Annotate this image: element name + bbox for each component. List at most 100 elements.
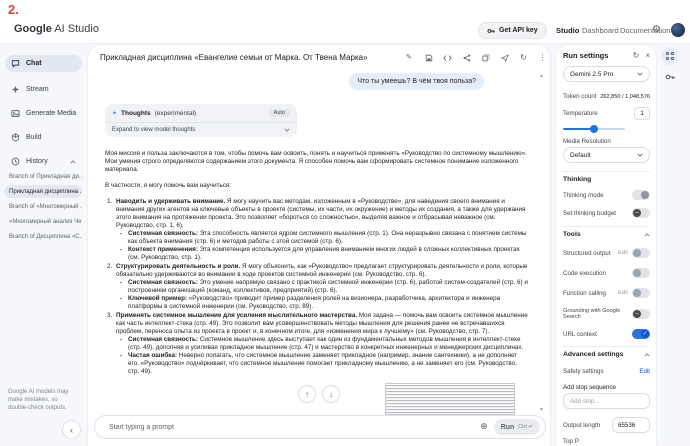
code-execution-row: Code execution [563,268,650,278]
token-count-value: 262,850 / 1,048,576 [600,94,650,100]
thinking-section-title: Thinking [563,176,591,183]
code-execution-toggle[interactable] [632,268,650,278]
temperature-label: Temperature [563,110,598,117]
edit-title-icon[interactable]: ✎ [406,53,412,61]
get-code-icon[interactable] [443,53,452,62]
attached-document-thumbnail[interactable] [385,383,515,415]
sub-bullet: Контекст применения: Эта компетенция исп… [119,246,529,262]
history-item[interactable]: Branch of «Многомерный ... [4,200,82,213]
thoughts-expand-label: Expand to view model thoughts [112,127,195,133]
share-icon[interactable] [462,53,471,62]
sidebar-collapse-button[interactable]: ‹ [62,420,81,439]
list-number: 1. [107,198,112,206]
collapse-chevron-icon: ‹ [70,425,73,435]
sidebar-item-history[interactable]: History [5,153,82,170]
compare-icon[interactable] [481,53,490,62]
token-count-row: Token count 262,850 / 1,048,576 [563,93,650,100]
temperature-slider-knob[interactable] [590,125,598,133]
sidebar-item-stream[interactable]: Stream [5,81,82,98]
media-resolution-selector[interactable]: Default [563,147,650,163]
scrollbar-down-icon[interactable]: ▼ [539,407,544,413]
model-selector[interactable]: Gemini 2.5 Pro [563,66,650,82]
get-api-key-button[interactable]: Get API key [478,22,547,39]
reset-settings-icon[interactable]: ↻ [633,51,640,60]
history-item-selected[interactable]: Прикладная дисциплина ... [4,185,82,198]
close-panel-icon[interactable]: × [645,51,650,60]
panel-title: Run settings [563,51,608,60]
nav-studio[interactable]: Studio [556,26,579,35]
key-icon [487,27,495,35]
sidebar-item-label: History [26,158,48,165]
output-length-input[interactable] [612,417,650,433]
divider [563,226,650,227]
sidebar-item-label: Chat [26,60,42,67]
grounding-label: Grounding with Google Search [563,308,632,320]
history-item-label: Branch of «Многомерный ... [9,204,82,210]
thinking-budget-toggle[interactable] [632,208,650,218]
sidebar-item-generate-media[interactable]: Generate Media [5,105,82,122]
grid-icon [666,52,674,60]
history-item[interactable]: «Многомерный анализ Че... [4,215,82,228]
chevron-up-icon [644,353,650,357]
thumbs-up-button[interactable]: ↑ [298,385,316,403]
sidebar-item-label: Stream [26,86,49,93]
add-media-icon[interactable]: ⊕ [480,422,488,432]
safety-settings-row: Safety settings Edit [563,368,650,375]
temperature-value-input[interactable] [634,107,650,120]
sidebar-item-build[interactable]: Build [5,129,82,146]
thoughts-expand-row[interactable]: Expand to view model thoughts [105,122,297,137]
user-avatar[interactable] [671,23,685,37]
nav-dashboard[interactable]: Dashboard [582,26,619,35]
clear-chat-icon[interactable]: ↻ [519,53,528,62]
grounding-toggle[interactable] [632,309,650,319]
add-stop-input[interactable] [563,393,650,409]
history-item[interactable]: Branch of Дисциплина «С... [4,230,82,243]
output-length-row: Output length [563,417,650,433]
run-button[interactable]: Run Ctrl ↵ [494,419,540,435]
thinking-mode-toggle[interactable] [632,190,650,200]
url-context-toggle[interactable] [632,329,650,339]
chevron-down-icon [284,128,290,132]
history-item-label: Прикладная дисциплина ... [9,189,82,195]
thoughts-card[interactable]: ✦ Thoughts (experimental) Auto Expand to… [105,104,297,137]
disclaimer-note: Google AI models may make mistakes, so d… [8,388,74,412]
run-settings-panel: Run settings ↻ × Gemini 2.5 Pro Token co… [556,45,656,446]
temperature-slider-track [594,128,625,130]
add-stop-sequence-label: Add stop sequence [563,384,616,391]
run-settings-rail-button[interactable] [661,47,679,65]
send-to-icon[interactable] [500,53,509,62]
tools-section-header[interactable]: Tools [563,231,650,238]
thinking-budget-row: Set thinking budget [563,208,650,218]
chat-toolbar: ↻ ⋮ [424,53,547,62]
chevron-down-icon [637,72,643,76]
api-key-rail-button[interactable] [665,72,675,82]
save-icon[interactable] [424,53,433,62]
media-resolution-label: Media Resolution [563,138,611,145]
structured-output-toggle[interactable] [632,248,650,258]
app-header: Google AI Studio Get API key Studio Dash… [0,18,690,44]
nav-documentation[interactable]: Documentation [620,26,678,35]
scrollbar-up-icon[interactable]: ▲ [539,73,544,79]
list-number: 2. [107,263,112,271]
app-logo[interactable]: Google AI Studio [14,23,99,35]
panel-header: Run settings ↻ × [563,51,650,60]
temperature-row: Temperature [563,107,650,120]
settings-gear-icon[interactable]: ⚙ [652,24,661,35]
more-options-icon[interactable]: ⋮ [538,53,547,62]
advanced-settings-header[interactable]: Advanced settings [563,351,650,358]
sidebar-item-chat[interactable]: Chat [5,55,82,72]
arrow-up-icon: ↑ [305,390,309,399]
token-count-label: Token count [563,93,596,100]
sub-bullet: Частая ошибка: Неверно полагать, что сис… [119,352,529,376]
history-item[interactable]: Branch of Прикладная ди... [4,170,82,183]
safety-settings-edit-link[interactable]: Edit [639,368,650,375]
thumbs-down-button[interactable]: ↓ [322,385,340,403]
function-calling-toggle[interactable] [632,288,650,298]
logo-product: AI Studio [54,23,99,35]
function-calling-edit-link[interactable]: Edit [618,290,628,296]
prompt-composer[interactable]: Start typing a prompt ⊕ Run Ctrl ↵ [94,415,546,439]
sub-bullet: Системная связность: Это умение напрямую… [119,279,529,295]
prompt-input[interactable]: Start typing a prompt [109,424,480,431]
media-icon [11,109,20,118]
structured-output-edit-link[interactable]: Edit [618,250,628,256]
